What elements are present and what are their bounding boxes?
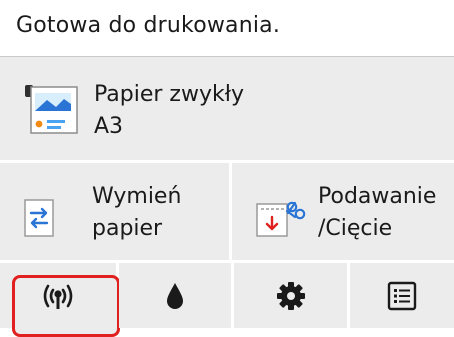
paper-info: Papier zwykły A3 <box>94 79 244 143</box>
paper-settings-panel[interactable]: Papier zwykły A3 <box>0 56 454 160</box>
feed-cut-icon <box>256 201 306 237</box>
gear-icon <box>276 281 305 310</box>
paper-type: Papier zwykły <box>94 82 244 107</box>
action-row: Wymień papier Podawanie /Cięcie <box>0 163 454 260</box>
roll-paper-icon <box>25 85 78 134</box>
list-icon <box>387 281 417 310</box>
ink-drop-icon <box>167 282 183 309</box>
ink-button[interactable] <box>119 263 231 328</box>
feed-cut-label-line1: Podawanie <box>318 184 437 209</box>
replace-paper-button[interactable]: Wymień papier <box>0 163 229 260</box>
replace-paper-label: Wymień papier <box>92 181 181 245</box>
wireless-button[interactable] <box>0 263 120 337</box>
bottom-toolbar <box>0 263 454 337</box>
settings-button[interactable] <box>234 263 347 328</box>
feed-cut-label: Podawanie /Cięcie <box>318 181 436 245</box>
paper-size: A3 <box>94 114 124 139</box>
replace-paper-label-line2: papier <box>92 216 163 241</box>
status-text: Gotowa do drukowania. <box>16 13 281 38</box>
menu-button[interactable] <box>350 263 454 328</box>
feed-cut-button[interactable]: Podawanie /Cięcie <box>232 163 454 260</box>
replace-paper-icon <box>24 199 54 237</box>
replace-paper-label-line1: Wymień <box>92 184 182 209</box>
wireless-icon <box>43 284 73 309</box>
feed-cut-label-line2: /Cięcie <box>318 216 393 241</box>
